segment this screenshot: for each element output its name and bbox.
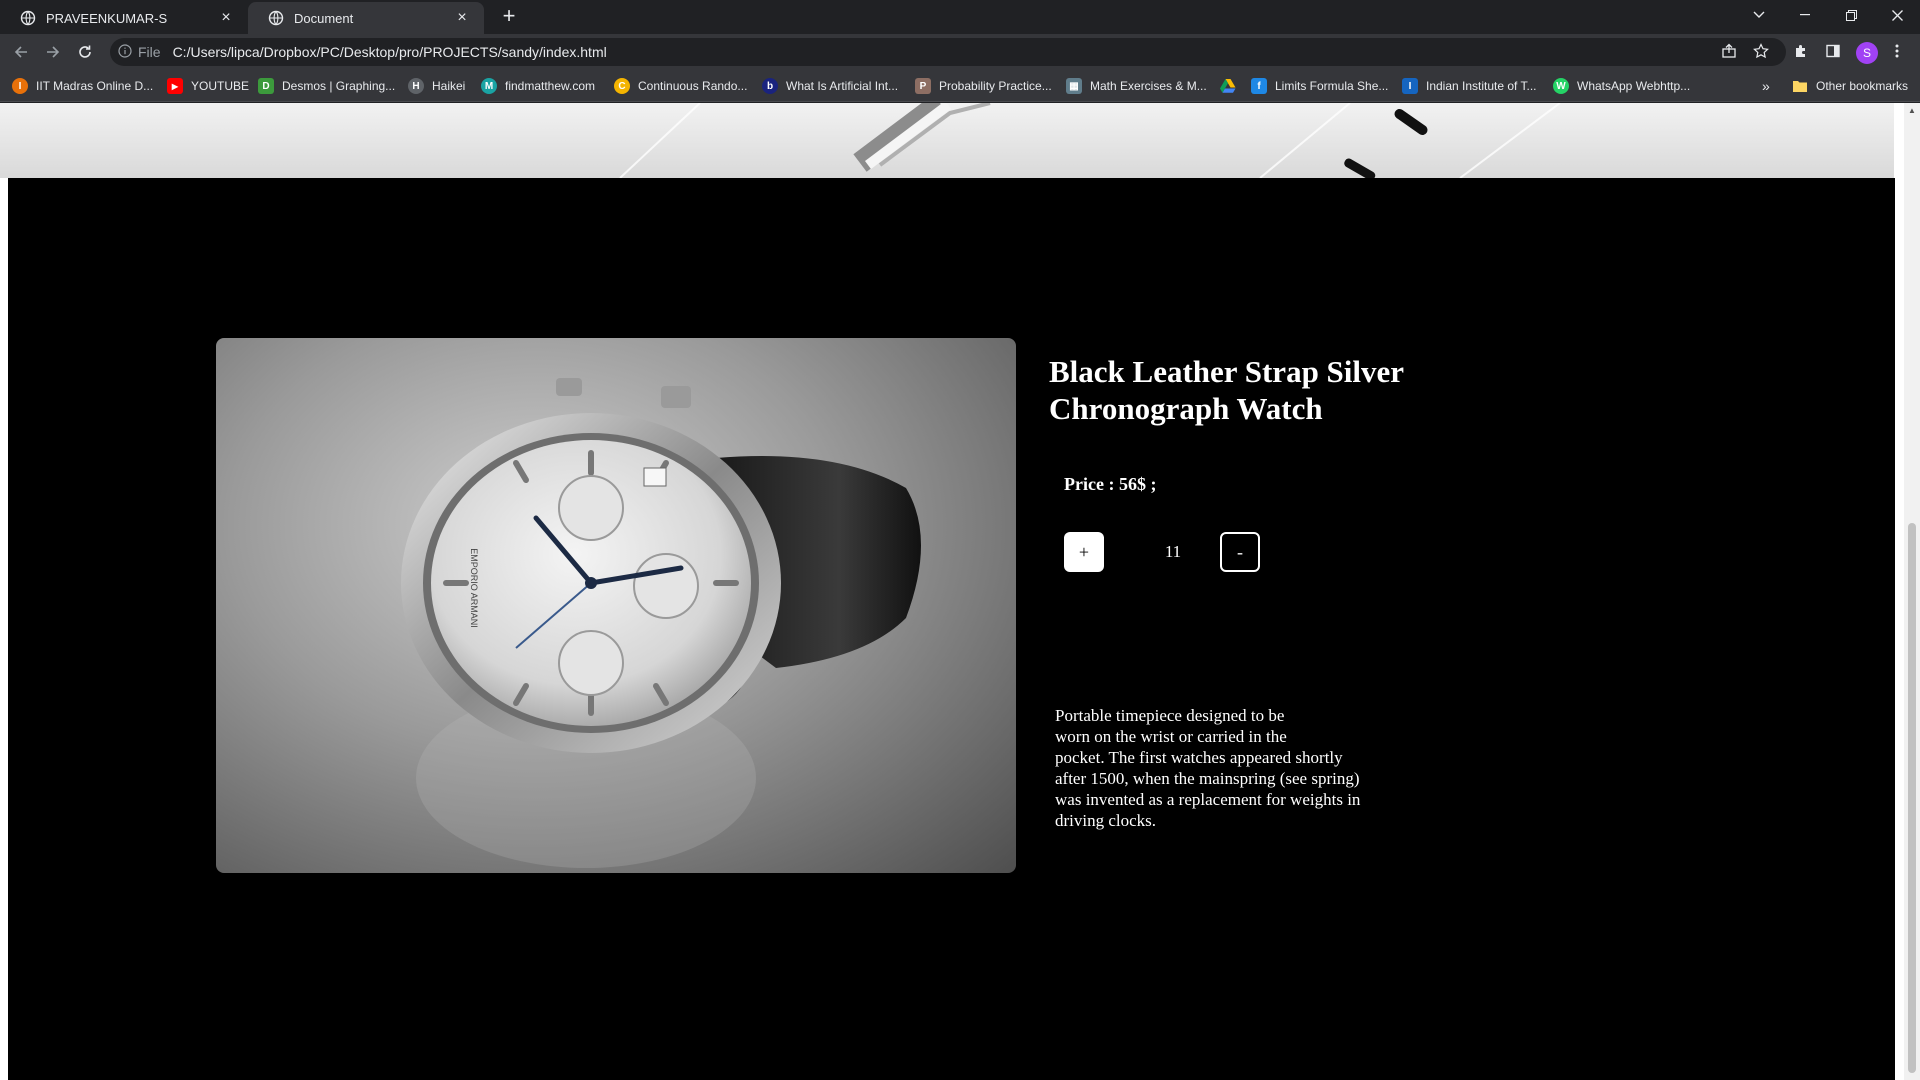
share-icon[interactable]: [1718, 40, 1740, 62]
bookmark-label: Haikei: [432, 79, 466, 93]
whatsapp-icon: W: [1553, 78, 1569, 94]
bookmark-youtube[interactable]: ▶ YOUTUBE: [167, 77, 249, 95]
bookmark-label: IIT Madras Online D...: [36, 79, 154, 93]
profile-avatar[interactable]: S: [1856, 42, 1878, 64]
bookmark-label: WhatsApp Webhttp...: [1577, 79, 1691, 93]
bookmark-desmos[interactable]: D Desmos | Graphing...: [258, 77, 395, 95]
close-icon[interactable]: ×: [454, 9, 470, 26]
reload-button[interactable]: [72, 39, 98, 65]
hero-banner-image: [0, 103, 1894, 178]
description-line: pocket. The first watches appeared short…: [1055, 748, 1343, 767]
folder-icon: [1792, 78, 1808, 94]
url-scheme: File: [138, 44, 161, 60]
description-line: after 1500, when the mainspring (see spr…: [1055, 769, 1360, 788]
bookmark-label: What Is Artificial Int...: [786, 79, 899, 93]
info-icon[interactable]: [118, 43, 132, 61]
description-line: driving clocks.: [1055, 811, 1157, 830]
tab-search-icon[interactable]: [1736, 0, 1782, 30]
globe-icon: [268, 10, 284, 26]
restore-button[interactable]: [1828, 0, 1874, 30]
tab-document[interactable]: Document ×: [248, 2, 484, 34]
tab-title: Document: [294, 10, 354, 26]
youtube-icon: ▶: [167, 78, 183, 94]
bookmark-label: Indian Institute of T...: [1426, 79, 1537, 93]
description-line: Portable timepiece designed to be: [1055, 706, 1285, 725]
indian-institute-icon: I: [1402, 78, 1418, 94]
address-bar[interactable]: File C:/Users/lipca/Dropbox/PC/Desktop/p…: [110, 38, 1786, 66]
bookmark-label: Continuous Rando...: [638, 79, 748, 93]
bookmark-findmatthew[interactable]: M findmatthew.com: [481, 77, 595, 95]
tab-praveenkumar[interactable]: PRAVEENKUMAR-S ×: [0, 2, 248, 34]
bookmark-label: Desmos | Graphing...: [282, 79, 396, 93]
bookmark-probability-practice[interactable]: P Probability Practice...: [915, 77, 1052, 95]
bookmark-label: Math Exercises & M...: [1090, 79, 1207, 93]
haikei-icon: H: [408, 78, 424, 94]
math-exercises-icon: ▦: [1066, 78, 1082, 94]
product-image: EMPORIO ARMANI: [216, 338, 1016, 873]
bookmark-whatsapp[interactable]: W WhatsApp Webhttp...: [1553, 77, 1690, 95]
minimize-button[interactable]: [1782, 0, 1828, 30]
iit-madras-icon: I: [12, 78, 28, 94]
bookmark-haikei[interactable]: H Haikei: [408, 77, 465, 95]
tab-strip: PRAVEENKUMAR-S × Document × +: [0, 0, 1920, 34]
britannica-icon: b: [762, 78, 778, 94]
continuous-random-icon: C: [614, 78, 630, 94]
side-panel-icon[interactable]: [1822, 40, 1844, 62]
description-line: worn on the wrist or carried in the: [1055, 727, 1287, 746]
star-icon[interactable]: [1750, 40, 1772, 62]
other-bookmarks-label: Other bookmarks: [1816, 79, 1909, 93]
price-label: Price : 56$ ;: [1064, 474, 1157, 494]
url-text[interactable]: C:/Users/lipca/Dropbox/PC/Desktop/pro/PR…: [173, 44, 607, 60]
bookmark-label: findmatthew.com: [505, 79, 596, 93]
bookmark-drive[interactable]: [1220, 77, 1244, 95]
bookmarks-overflow-button[interactable]: »: [1762, 77, 1770, 95]
probability-icon: P: [915, 78, 931, 94]
close-icon[interactable]: ×: [218, 9, 234, 26]
close-window-button[interactable]: [1874, 0, 1920, 30]
other-bookmarks[interactable]: Other bookmarks: [1792, 77, 1908, 95]
more-menu-icon[interactable]: [1886, 40, 1908, 62]
browser-toolbar: File C:/Users/lipca/Dropbox/PC/Desktop/p…: [0, 34, 1920, 70]
bookmark-iit-madras[interactable]: I IIT Madras Online D...: [12, 77, 153, 95]
bookmark-label: Probability Practice...: [939, 79, 1052, 93]
globe-icon: [20, 10, 36, 26]
findmatthew-icon: M: [481, 78, 497, 94]
limits-formula-icon: f: [1251, 78, 1267, 94]
scroll-up-arrow-icon[interactable]: ▲: [1908, 107, 1916, 115]
chronograph-watch-illustration: EMPORIO ARMANI: [401, 378, 921, 868]
extensions-icon[interactable]: [1790, 40, 1812, 62]
google-drive-icon: [1220, 78, 1236, 94]
watch-dial-brand: EMPORIO ARMANI: [469, 548, 479, 628]
new-tab-button[interactable]: +: [497, 5, 521, 29]
decrease-quantity-button[interactable]: -: [1220, 532, 1260, 572]
quantity-value: 11: [1164, 542, 1182, 561]
bookmark-limits-formula[interactable]: f Limits Formula She...: [1251, 77, 1388, 95]
bookmark-artificial-intelligence[interactable]: b What Is Artificial Int...: [762, 77, 898, 95]
scrollbar-thumb[interactable]: [1908, 523, 1916, 1073]
increase-quantity-button[interactable]: +: [1064, 532, 1104, 572]
bookmarks-bar: I IIT Madras Online D... ▶ YOUTUBE D Des…: [0, 70, 1920, 102]
bookmark-continuous-random[interactable]: C Continuous Rando...: [614, 77, 747, 95]
page-viewport: EMPORIO ARMANI Black Leather Strap Silve…: [0, 103, 1920, 1080]
bookmark-label: YOUTUBE: [191, 79, 250, 93]
bookmark-math-exercises[interactable]: ▦ Math Exercises & M...: [1066, 77, 1207, 95]
description-line: was invented as a replacement for weight…: [1055, 790, 1361, 809]
bookmark-label: Limits Formula She...: [1275, 79, 1389, 93]
back-button[interactable]: [8, 39, 34, 65]
bookmark-indian-institute[interactable]: I Indian Institute of T...: [1402, 77, 1537, 95]
watch-banner-illustration: [619, 103, 1561, 178]
product-description: Portable timepiece designed to be worn o…: [1055, 705, 1395, 831]
forward-button[interactable]: [40, 39, 66, 65]
page-scrollbar[interactable]: ▲: [1904, 103, 1920, 1080]
desmos-icon: D: [258, 78, 274, 94]
product-title: Black Leather Strap Silver Chronograph W…: [1049, 354, 1404, 426]
tab-title: PRAVEENKUMAR-S: [46, 10, 168, 26]
product-section: EMPORIO ARMANI Black Leather Strap Silve…: [8, 178, 1895, 1080]
